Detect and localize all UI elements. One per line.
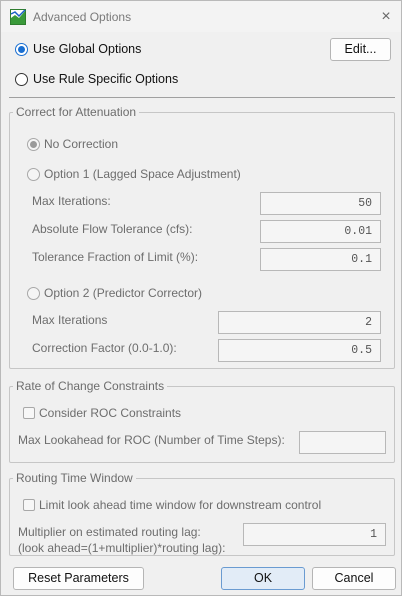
tolerance-fraction-input[interactable]: 0.1: [260, 248, 381, 271]
max-lookahead-roc-input[interactable]: [299, 431, 386, 454]
option2-max-iterations-input[interactable]: 2: [218, 311, 381, 334]
no-correction-radio[interactable]: [27, 138, 40, 151]
close-icon[interactable]: ×: [373, 6, 399, 28]
option2-label[interactable]: Option 2 (Predictor Corrector): [44, 286, 202, 300]
use-rule-specific-options-radio[interactable]: [15, 73, 28, 86]
window-title: Advanced Options: [33, 10, 132, 24]
edit-button[interactable]: Edit...: [330, 38, 391, 61]
multiplier-input[interactable]: 1: [243, 523, 386, 546]
consider-roc-checkbox[interactable]: [23, 407, 35, 419]
option1-max-iterations-label: Max Iterations:: [32, 194, 111, 208]
option1-max-iterations-input[interactable]: 50: [260, 192, 381, 215]
consider-roc-label[interactable]: Consider ROC Constraints: [39, 406, 181, 420]
use-rule-specific-options-label[interactable]: Use Rule Specific Options: [33, 72, 178, 86]
use-global-options-radio[interactable]: [15, 43, 28, 56]
multiplier-label-line1: Multiplier on estimated routing lag:: [18, 525, 201, 539]
option1-radio[interactable]: [27, 168, 40, 181]
use-global-options-label[interactable]: Use Global Options: [33, 42, 141, 56]
correction-factor-input[interactable]: 0.5: [218, 339, 381, 362]
title-bar[interactable]: Advanced Options ×: [1, 1, 401, 32]
option2-max-iterations-label: Max Iterations: [32, 313, 108, 327]
app-chart-icon: [10, 9, 26, 25]
correct-for-attenuation-legend: Correct for Attenuation: [13, 105, 140, 119]
tolerance-fraction-label: Tolerance Fraction of Limit (%):: [32, 250, 199, 264]
no-correction-label[interactable]: No Correction: [44, 137, 118, 151]
separator: [9, 97, 395, 98]
absolute-flow-tolerance-input[interactable]: 0.01: [260, 220, 381, 243]
ok-button[interactable]: OK: [221, 567, 305, 590]
option1-label[interactable]: Option 1 (Lagged Space Adjustment): [44, 167, 241, 181]
rate-of-change-legend: Rate of Change Constraints: [13, 379, 168, 393]
option2-radio[interactable]: [27, 287, 40, 300]
correction-factor-label: Correction Factor (0.0-1.0):: [32, 341, 177, 355]
routing-time-window-legend: Routing Time Window: [13, 471, 136, 485]
cancel-button[interactable]: Cancel: [312, 567, 396, 590]
limit-lookahead-checkbox[interactable]: [23, 499, 35, 511]
multiplier-label-line2: (look ahead=(1+multiplier)*routing lag):: [18, 541, 226, 555]
limit-lookahead-label[interactable]: Limit look ahead time window for downstr…: [39, 498, 321, 512]
advanced-options-dialog: Advanced Options × Use Global Options Ed…: [0, 0, 402, 596]
reset-parameters-button[interactable]: Reset Parameters: [13, 567, 144, 590]
absolute-flow-tolerance-label: Absolute Flow Tolerance (cfs):: [32, 222, 193, 236]
max-lookahead-roc-label: Max Lookahead for ROC (Number of Time St…: [18, 433, 285, 447]
